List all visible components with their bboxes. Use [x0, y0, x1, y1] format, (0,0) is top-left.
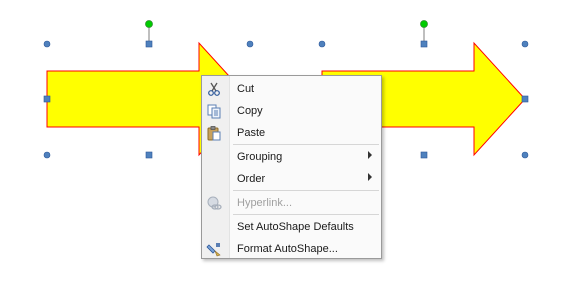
menu-item-grouping[interactable]: Grouping [202, 146, 381, 168]
menu-item-label: Paste [237, 127, 266, 139]
hyperlink-icon [206, 195, 222, 211]
copy-icon [206, 103, 222, 119]
menu-item-label: Format AutoShape... [237, 243, 338, 255]
menu-item-label: Grouping [237, 151, 283, 163]
menu-item-label: Copy [237, 105, 263, 117]
menu-item-order[interactable]: Order [202, 168, 381, 190]
paste-icon [206, 125, 222, 141]
menu-item-format-autoshape[interactable]: Format AutoShape... [202, 238, 381, 260]
menu-separator [233, 214, 379, 215]
menu-item-cut[interactable]: Cut [202, 78, 381, 100]
left-rotate-handle[interactable] [145, 20, 153, 28]
submenu-arrow-icon [368, 173, 372, 181]
menu-item-hyperlink[interactable]: Hyperlink... [202, 192, 381, 214]
context-menu: Cut Copy Paste Grouping Order Hyperlink.… [201, 75, 382, 259]
right-rotate-handle[interactable] [420, 20, 428, 28]
menu-item-label: Hyperlink... [237, 197, 293, 209]
menu-item-label: Cut [237, 83, 255, 95]
menu-separator [233, 144, 379, 145]
submenu-arrow-icon [368, 151, 372, 159]
menu-separator [233, 190, 379, 191]
menu-item-copy[interactable]: Copy [202, 100, 381, 122]
format-shape-icon [206, 241, 222, 257]
menu-item-label: Set AutoShape Defaults [237, 221, 354, 233]
scissors-icon [206, 81, 222, 97]
menu-item-set-autoshape-defaults[interactable]: Set AutoShape Defaults [202, 216, 381, 238]
menu-item-paste[interactable]: Paste [202, 122, 381, 144]
menu-item-label: Order [237, 173, 266, 185]
